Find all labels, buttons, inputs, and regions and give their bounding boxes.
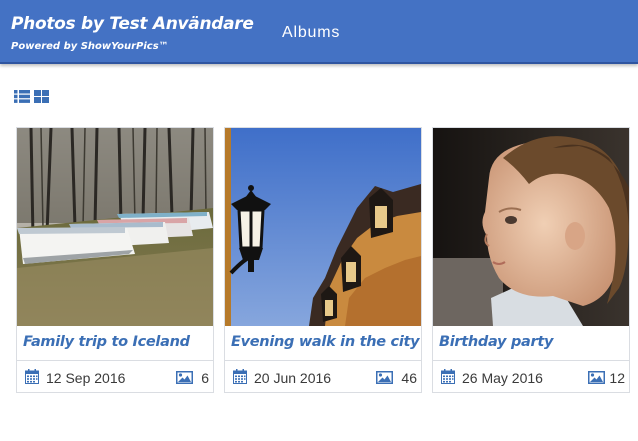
image-count-icon xyxy=(176,371,193,387)
album-date: 12 Sep 2016 xyxy=(46,370,126,386)
grid-view-icon[interactable] xyxy=(34,90,49,108)
album-meta: 20 Jun 2016 46 xyxy=(225,361,421,393)
album-meta: 26 May 2016 12 xyxy=(433,361,629,393)
album-cover-image[interactable] xyxy=(17,128,213,326)
site-title[interactable]: Photos by Test Användare xyxy=(11,14,254,34)
app-header: Photos by Test Användare Powered by Show… xyxy=(0,0,638,64)
album-card[interactable]: Evening walk in the city 20 Jun 2016 46 xyxy=(224,127,422,393)
album-date: 20 Jun 2016 xyxy=(254,370,332,386)
album-cover-image[interactable] xyxy=(433,128,629,326)
album-photo-count: 6 xyxy=(201,370,209,386)
album-title[interactable]: Family trip to Iceland xyxy=(23,334,190,350)
album-meta: 12 Sep 2016 6 xyxy=(17,361,213,393)
list-view-icon[interactable] xyxy=(14,90,30,108)
nav-albums-link[interactable]: Albums xyxy=(282,24,340,42)
album-photo-count: 46 xyxy=(401,370,417,386)
album-cover-image[interactable] xyxy=(225,128,421,326)
view-toggle xyxy=(14,90,49,108)
image-count-icon xyxy=(588,371,605,387)
calendar-icon xyxy=(25,369,39,387)
album-date: 26 May 2016 xyxy=(462,370,543,386)
image-count-icon xyxy=(376,371,393,387)
calendar-icon xyxy=(441,369,455,387)
album-card[interactable]: Family trip to Iceland 12 Sep 2016 6 xyxy=(16,127,214,393)
album-card[interactable]: Birthday party 26 May 2016 12 xyxy=(432,127,630,393)
album-title[interactable]: Evening walk in the city xyxy=(231,334,420,350)
album-title[interactable]: Birthday party xyxy=(439,334,553,350)
album-photo-count: 12 xyxy=(609,370,625,386)
calendar-icon xyxy=(233,369,247,387)
powered-by-text: Powered by ShowYourPics™ xyxy=(11,41,169,52)
